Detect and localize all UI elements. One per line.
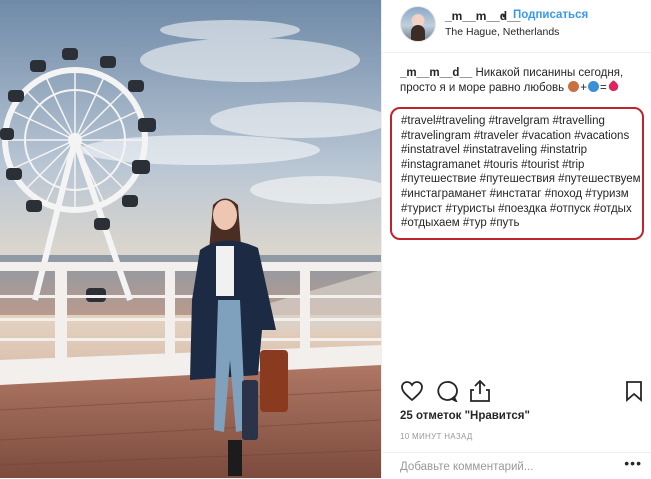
separator-dot: • — [502, 9, 507, 23]
caption-username[interactable]: _m__m__d__ — [400, 67, 472, 79]
hashtags-highlight: #travel#traveling #travelgram #travellin… — [390, 107, 644, 240]
more-options-icon[interactable]: ••• — [624, 455, 642, 471]
hashtags-text[interactable]: #travel#traveling #travelgram #travellin… — [401, 114, 642, 231]
post-timestamp: 10 минут назад — [400, 432, 473, 441]
username-link[interactable]: _m__m__d__ — [445, 9, 520, 23]
comment-bar: Добавьте комментарий... ••• — [382, 452, 651, 479]
action-bar — [382, 379, 651, 408]
avatar[interactable] — [400, 6, 436, 42]
heart-icon[interactable] — [400, 380, 424, 407]
comment-icon[interactable] — [435, 380, 459, 407]
bookmark-icon[interactable] — [625, 380, 643, 407]
wave-emoji-icon — [588, 81, 600, 92]
location-link[interactable]: The Hague, Netherlands — [445, 26, 559, 38]
likes-count[interactable]: 25 отметок "Нравится" — [400, 410, 530, 422]
heart-emoji-icon — [606, 79, 620, 94]
post-header: _m__m__d__ • Подписаться The Hague, Neth… — [382, 0, 651, 53]
person-emoji-icon — [568, 81, 580, 92]
follow-button[interactable]: Подписаться — [513, 9, 588, 21]
comment-input[interactable]: Добавьте комментарий... — [400, 461, 533, 473]
post-sidebar: _m__m__d__ • Подписаться The Hague, Neth… — [381, 0, 651, 478]
caption: _m__m__d__ Никакой писанины сегодня, про… — [400, 67, 624, 94]
post-photo[interactable] — [0, 0, 381, 478]
photo-illustration — [0, 0, 381, 478]
share-icon[interactable] — [468, 379, 492, 407]
